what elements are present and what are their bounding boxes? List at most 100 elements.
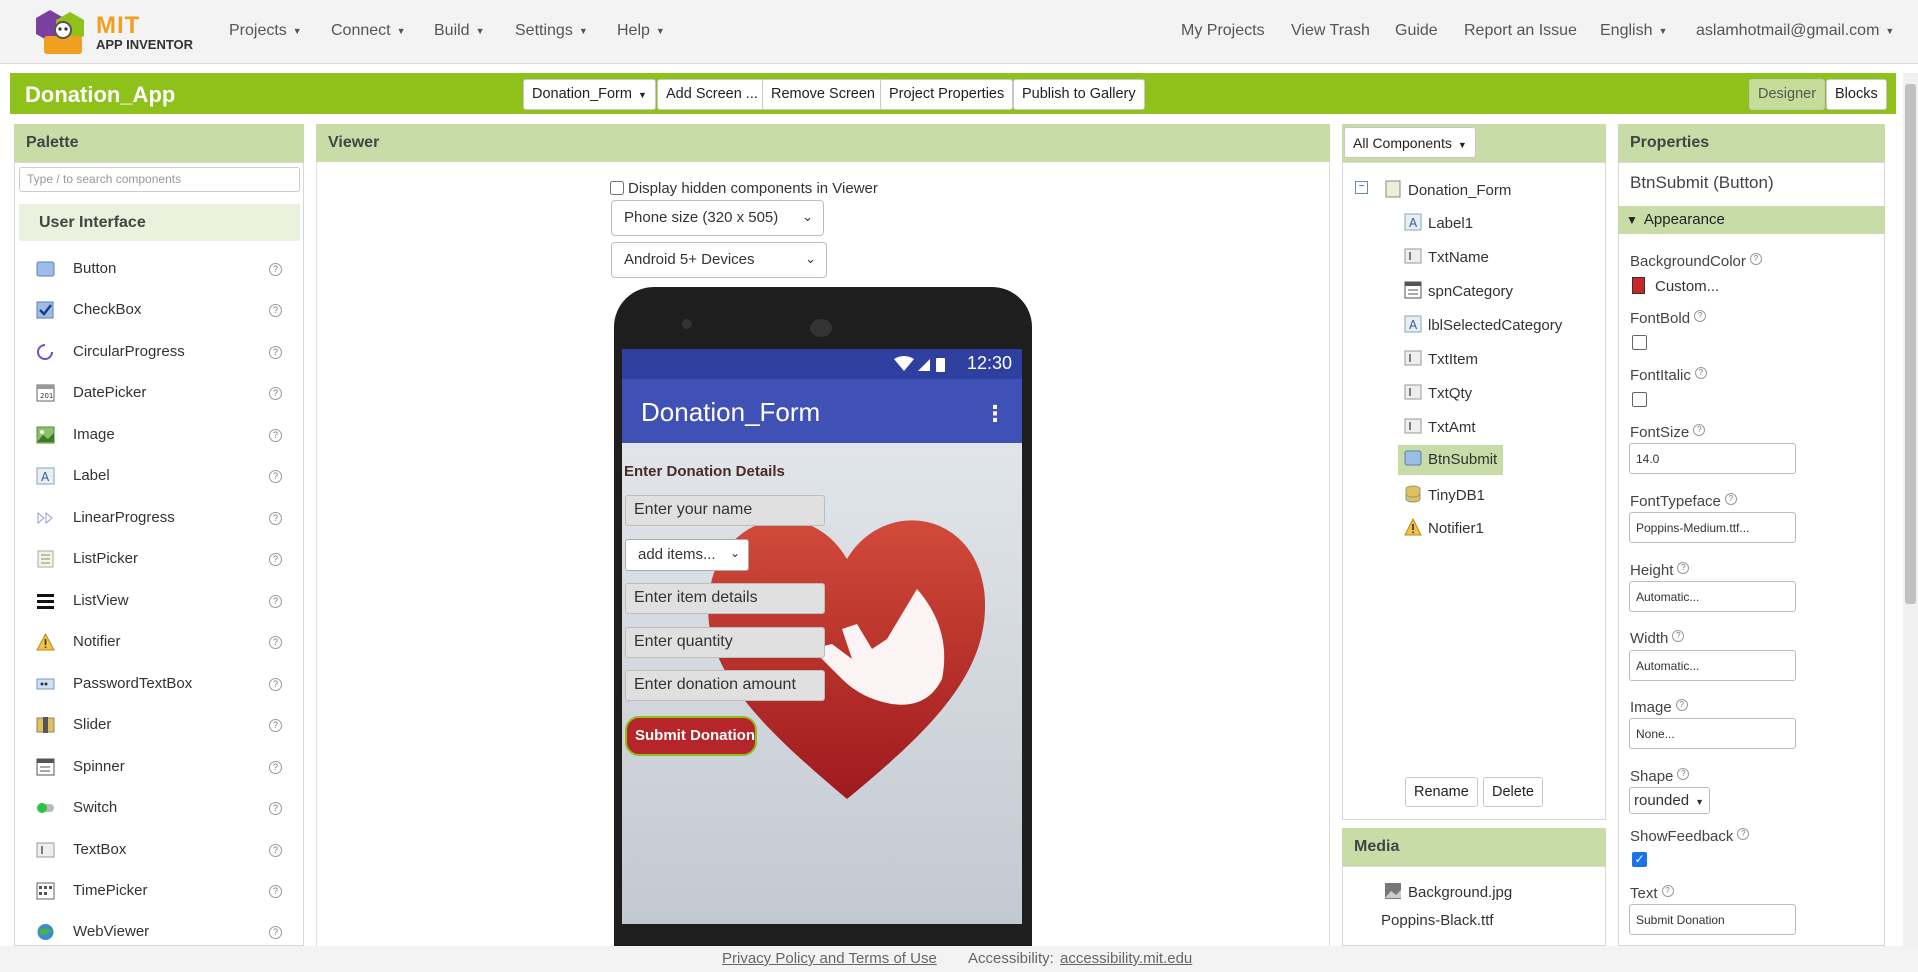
phone-amount-textbox[interactable]: Enter donation amount — [625, 670, 825, 701]
palette-item-webviewer[interactable]: WebViewer ? — [19, 917, 300, 947]
help-icon[interactable]: ? — [1677, 562, 1690, 574]
add-screen-button[interactable]: Add Screen ... — [657, 79, 767, 110]
help-icon[interactable]: ? — [269, 802, 282, 815]
help-icon[interactable]: ? — [269, 844, 282, 857]
help-icon[interactable]: ? — [269, 719, 282, 732]
designer-button[interactable]: Designer — [1749, 79, 1826, 110]
help-icon[interactable]: ? — [1724, 493, 1737, 505]
phone-name-textbox[interactable]: Enter your name — [625, 495, 825, 526]
prop-image-input[interactable]: None... — [1629, 718, 1796, 749]
nav-help[interactable]: Help ▼ — [617, 22, 665, 40]
help-icon[interactable]: ? — [1749, 253, 1762, 265]
delete-button[interactable]: Delete — [1483, 777, 1543, 807]
nav-settings[interactable]: Settings ▼ — [515, 22, 588, 40]
phone-size-select[interactable]: Phone size (320 x 505) ⌄ — [611, 200, 824, 236]
tree-item-tinydb1[interactable]: TinyDB1 — [1404, 485, 1485, 513]
tree-item-spncategory[interactable]: spnCategory — [1404, 281, 1513, 309]
palette-item-circular-progress[interactable]: CircularProgress ? — [19, 337, 300, 367]
palette-item-listview[interactable]: ListView ? — [19, 586, 300, 616]
help-icon[interactable]: ? — [269, 263, 282, 276]
display-hidden-checkbox-input[interactable] — [610, 181, 624, 195]
help-icon[interactable]: ? — [1675, 699, 1688, 711]
phone-category-spinner[interactable]: add items... ⌄ — [625, 539, 749, 571]
tree-item-btnsubmit[interactable]: BtnSubmit — [1398, 445, 1504, 475]
help-icon[interactable]: ? — [269, 678, 282, 691]
palette-item-notifier[interactable]: Notifier ? — [19, 627, 300, 657]
palette-item-linear-progress[interactable]: LinearProgress ? — [19, 503, 300, 533]
help-icon[interactable]: ? — [269, 512, 282, 525]
palette-item-button[interactable]: Button ? — [19, 254, 300, 284]
nav-connect[interactable]: Connect ▼ — [331, 22, 406, 40]
palette-category-user-interface[interactable]: User Interface — [19, 204, 300, 241]
palette-item-datepicker[interactable]: 201 DatePicker ? — [19, 378, 300, 408]
help-icon[interactable]: ? — [269, 470, 282, 483]
nav-build[interactable]: Build ▼ — [434, 22, 485, 40]
media-item-poppins-black[interactable]: Poppins-Black.ttf — [1381, 912, 1494, 929]
palette-item-label[interactable]: A Label ? — [19, 461, 300, 491]
tree-item-donation-form[interactable]: Donation_Form — [1384, 180, 1511, 208]
help-icon[interactable]: ? — [269, 761, 282, 774]
blocks-button[interactable]: Blocks — [1826, 79, 1887, 110]
help-icon[interactable]: ? — [1661, 885, 1674, 897]
tree-item-txtitem[interactable]: TxtItem — [1404, 349, 1478, 377]
tree-item-notifier1[interactable]: Notifier1 — [1404, 518, 1484, 546]
help-icon[interactable]: ? — [269, 926, 282, 939]
rename-button[interactable]: Rename — [1405, 777, 1478, 807]
tree-item-txtamt[interactable]: TxtAmt — [1404, 417, 1476, 445]
prop-width-input[interactable]: Automatic... — [1629, 650, 1796, 681]
help-icon[interactable]: ? — [269, 553, 282, 566]
all-components-dropdown[interactable]: All Components ▼ — [1344, 127, 1476, 158]
nav-projects[interactable]: Projects ▼ — [229, 22, 302, 40]
prop-text-input[interactable]: Submit Donation — [1629, 904, 1796, 935]
help-icon[interactable]: ? — [1677, 768, 1690, 780]
help-icon[interactable]: ? — [1694, 310, 1707, 322]
phone-item-textbox[interactable]: Enter item details — [625, 583, 825, 614]
help-icon[interactable]: ? — [269, 885, 282, 898]
help-icon[interactable]: ? — [1737, 828, 1750, 840]
tree-item-txtqty[interactable]: TxtQty — [1404, 383, 1472, 411]
palette-item-spinner[interactable]: Spinner ? — [19, 752, 300, 782]
screen-select-button[interactable]: Donation_Form ▼ — [523, 79, 656, 110]
device-select[interactable]: Android 5+ Devices ⌄ — [611, 242, 827, 278]
privacy-policy-link[interactable]: Privacy Policy and Terms of Use — [722, 950, 937, 967]
palette-item-password-textbox[interactable]: PasswordTextBox ? — [19, 669, 300, 699]
help-icon[interactable]: ? — [1672, 630, 1685, 642]
palette-item-image[interactable]: Image ? — [19, 420, 300, 450]
prop-shape-select[interactable]: rounded ▼ — [1629, 787, 1710, 814]
tree-item-lblselectedcategory[interactable]: AlblSelectedCategory — [1404, 315, 1562, 343]
palette-item-slider[interactable]: Slider ? — [19, 710, 300, 740]
nav-view-trash[interactable]: View Trash — [1291, 22, 1370, 40]
prop-fontsize-input[interactable]: 14.0 — [1629, 443, 1796, 474]
prop-fontitalic-checkbox[interactable] — [1632, 392, 1647, 407]
palette-item-timepicker[interactable]: TimePicker ? — [19, 876, 300, 906]
palette-item-listpicker[interactable]: ListPicker ? — [19, 544, 300, 574]
phone-quantity-textbox[interactable]: Enter quantity — [625, 627, 825, 658]
publish-gallery-button[interactable]: Publish to Gallery — [1013, 79, 1145, 110]
tree-item-label1[interactable]: A Label1 — [1404, 213, 1473, 241]
remove-screen-button[interactable]: Remove Screen — [762, 79, 884, 110]
prop-height-input[interactable]: Automatic... — [1629, 581, 1796, 612]
appearance-section[interactable]: ▼ Appearance — [1618, 206, 1885, 234]
nav-my-projects[interactable]: My Projects — [1181, 22, 1265, 40]
collapse-tree-icon[interactable]: − — [1355, 181, 1368, 194]
media-item-background[interactable]: Background.jpg — [1384, 882, 1512, 901]
help-icon[interactable]: ? — [269, 387, 282, 400]
prop-fontbold-checkbox[interactable] — [1632, 335, 1647, 350]
help-icon[interactable]: ? — [1693, 424, 1706, 436]
page-scrollbar-thumb[interactable] — [1905, 84, 1916, 604]
help-icon[interactable]: ? — [269, 304, 282, 317]
help-icon[interactable]: ? — [269, 595, 282, 608]
nav-language[interactable]: English ▼ — [1600, 22, 1667, 40]
palette-item-textbox[interactable]: TextBox ? — [19, 835, 300, 865]
palette-search-input[interactable]: Type / to search components — [19, 167, 300, 192]
help-icon[interactable]: ? — [1694, 367, 1707, 379]
help-icon[interactable]: ? — [269, 636, 282, 649]
help-icon[interactable]: ? — [269, 346, 282, 359]
palette-item-checkbox[interactable]: CheckBox ? — [19, 295, 300, 325]
nav-account[interactable]: aslamhotmail@gmail.com ▼ — [1696, 22, 1894, 40]
display-hidden-checkbox[interactable]: Display hidden components in Viewer — [610, 180, 878, 197]
mit-app-inventor-logo[interactable]: MIT APP INVENTOR — [36, 6, 196, 58]
tree-item-txtname[interactable]: TxtName — [1404, 247, 1489, 275]
nav-report-issue[interactable]: Report an Issue — [1464, 22, 1577, 40]
phone-submit-button[interactable]: Submit Donation — [625, 716, 757, 756]
